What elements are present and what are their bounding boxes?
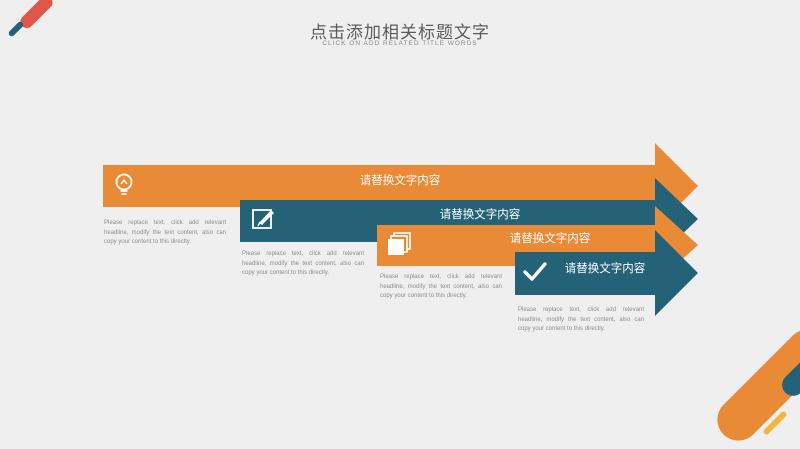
step-1-description: Please replace text, click add relevant … (104, 220, 226, 245)
step-4-label: 请替换文字内容 (564, 263, 646, 275)
pages-icon (385, 231, 413, 259)
step-2-label: 请替换文字内容 (439, 209, 521, 221)
slide: 点击添加相关标题文字 CLICK ON ADD RELATED TITLE WO… (0, 0, 800, 449)
pencil-icon (250, 206, 276, 232)
step-3-label: 请替换文字内容 (509, 233, 591, 245)
lightbulb-icon (111, 171, 137, 197)
step-1-label: 请替换文字内容 (359, 175, 441, 187)
step-4-description: Please replace text, click add relevant … (518, 307, 644, 332)
step-3-description: Please replace text, click add relevant … (380, 274, 502, 299)
step-2-description: Please replace text, click add relevant … (242, 251, 364, 276)
